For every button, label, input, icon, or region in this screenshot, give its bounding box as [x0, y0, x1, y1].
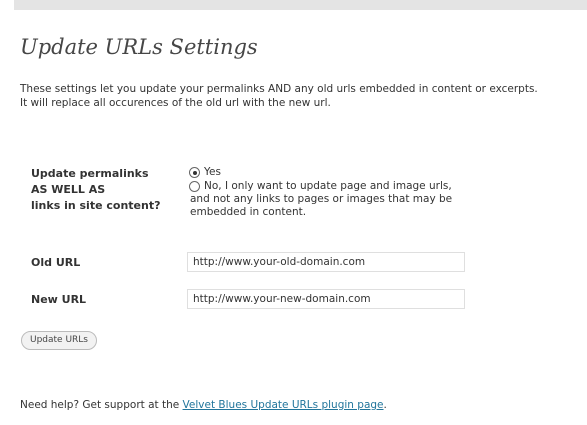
radio-option-yes[interactable]: Yes — [189, 166, 221, 179]
plugin-page-link[interactable]: Velvet Blues Update URLs plugin page — [183, 399, 384, 411]
radio-no-label: No, I only want to update page and image… — [190, 180, 452, 219]
help-suffix: . — [383, 399, 387, 411]
description: These settings let you update your perma… — [20, 82, 538, 110]
radio-no-button[interactable] — [189, 181, 200, 192]
question-line-3: links in site content? — [31, 199, 161, 212]
radio-option-no[interactable]: No, I only want to update page and image… — [189, 180, 452, 219]
radio-no-line-2: and not any links to pages or images tha… — [190, 193, 453, 205]
old-url-input[interactable] — [187, 252, 465, 272]
help-text: Need help? Get support at the Velvet Blu… — [20, 399, 387, 411]
description-line-2: It will replace all occurences of the ol… — [20, 97, 331, 109]
question-line-1: Update permalinks — [31, 167, 149, 180]
description-line-1: These settings let you update your perma… — [20, 83, 538, 95]
question-line-2: AS WELL AS — [31, 183, 106, 196]
radio-no-line-3: embedded in content. — [190, 206, 307, 218]
help-prefix: Need help? Get support at the — [20, 399, 183, 411]
new-url-input[interactable] — [187, 289, 465, 309]
page-title: Update URLs Settings — [20, 35, 258, 59]
radio-yes-button[interactable] — [189, 167, 200, 178]
top-bar — [14, 0, 587, 10]
permalink-question-label: Update permalinks AS WELL AS links in si… — [31, 166, 160, 214]
old-url-label: Old URL — [31, 256, 81, 269]
new-url-label: New URL — [31, 293, 87, 306]
radio-yes-label: Yes — [204, 166, 221, 178]
update-urls-button[interactable]: Update URLs — [21, 331, 97, 350]
radio-no-line-1: No, I only want to update page and image… — [204, 180, 452, 192]
